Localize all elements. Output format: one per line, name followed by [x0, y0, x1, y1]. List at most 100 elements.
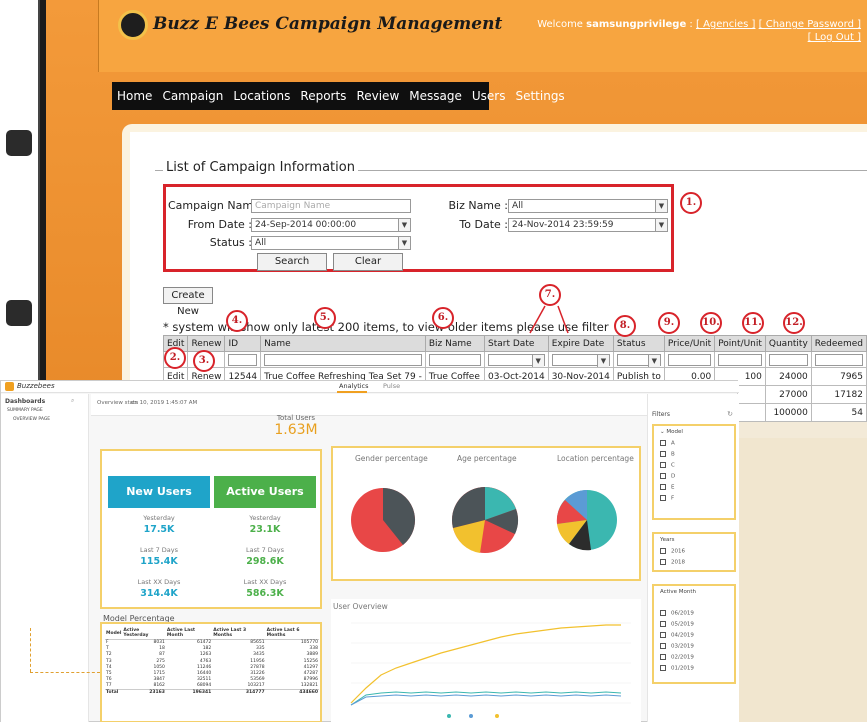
status-filter[interactable]: ▼	[616, 353, 661, 367]
month-option[interactable]: 06/2019	[660, 610, 694, 617]
model-option-e[interactable]: E	[660, 484, 674, 491]
new-yesterday-label: Yesterday	[143, 514, 175, 522]
campaign-name-input[interactable]: Campaign Name	[251, 199, 411, 213]
row-redeemed: 17182	[810, 385, 867, 404]
nav-review[interactable]: Review	[351, 89, 404, 103]
status-select[interactable]: All ▼	[251, 236, 411, 250]
biz-name-select[interactable]: All ▼	[508, 199, 668, 213]
checkbox-icon	[660, 621, 666, 627]
quantity-filter-cell	[764, 351, 812, 368]
app-icon[interactable]	[6, 300, 32, 326]
month-option-label: 05/2019	[671, 621, 694, 628]
annotation-marker-8: 8.	[614, 315, 636, 337]
annotation-marker-12: 12.	[783, 312, 805, 334]
quantity-filter-input[interactable]	[768, 353, 808, 366]
name-filter-cell	[260, 351, 426, 368]
month-option-label: 02/2019	[671, 654, 694, 661]
year-option-label: 2016	[671, 548, 685, 555]
annotation-marker-6: 6.	[432, 307, 454, 329]
model-option-d[interactable]: D	[660, 473, 675, 480]
year-option[interactable]: 2016	[660, 548, 685, 555]
nav-home[interactable]: Home	[112, 89, 157, 103]
to-date-select[interactable]: 24-Nov-2014 23:59:59 ▼	[508, 218, 668, 232]
model-option-label: C	[671, 462, 675, 469]
month-option[interactable]: 02/2019	[660, 654, 694, 661]
id-filter-input[interactable]	[228, 353, 258, 366]
name-filter-input[interactable]	[264, 353, 422, 366]
model-table: Model Active Yesterday Active Last Month…	[105, 627, 319, 696]
month-option[interactable]: 01/2019	[660, 665, 694, 672]
month-option[interactable]: 05/2019	[660, 621, 694, 628]
search-icon[interactable]: ⌕	[71, 397, 74, 405]
sidebar-item-summary[interactable]: SUMMARY PAGE	[7, 408, 43, 413]
col-start-date: Start Date	[484, 335, 549, 352]
nav-reports[interactable]: Reports	[295, 89, 351, 103]
table-cell: 434660	[265, 688, 319, 696]
model-option-label: A	[671, 440, 675, 447]
username: samsungprivilege	[586, 19, 687, 30]
sidebar-item-overview[interactable]: OVERVIEW PAGE	[13, 417, 50, 422]
row-redeemed: 54	[810, 403, 867, 422]
from-date-label: From Date :	[187, 218, 252, 231]
sidebar-header: Dashboards	[5, 398, 46, 405]
checkbox-icon	[660, 632, 666, 638]
bee-logo-icon	[118, 10, 148, 40]
welcome-text: Welcome	[537, 19, 583, 30]
chevron-down-icon: ▼	[647, 354, 660, 367]
month-option[interactable]: 03/2019	[660, 643, 694, 650]
year-option[interactable]: 2018	[660, 559, 685, 566]
clear-button[interactable]: Clear	[333, 253, 403, 271]
nav-campaign[interactable]: Campaign	[157, 89, 228, 103]
welcome-bar: Welcome samsungprivilege : [ Agencies ] …	[537, 19, 861, 43]
nav-settings[interactable]: Settings	[510, 89, 569, 103]
to-date-value: 24-Nov-2014 23:59:59	[512, 220, 614, 230]
user-overview-chart	[350, 622, 631, 718]
model-option-label: E	[671, 484, 675, 491]
model-filter-label: Model	[666, 429, 683, 435]
gender-pie	[351, 488, 416, 552]
change-password-link[interactable]: [ Change Password ]	[759, 19, 861, 30]
active-users-header: Active Users	[214, 476, 316, 508]
from-date-select[interactable]: 24-Sep-2014 00:00:00 ▼	[251, 218, 411, 232]
tab-pulse[interactable]: Pulse	[383, 382, 400, 390]
model-option-a[interactable]: A	[660, 440, 675, 447]
expire-date-filter[interactable]: ▼	[551, 353, 610, 367]
active-month-header[interactable]: Active Month	[660, 589, 696, 595]
dashboard-brand: Buzzebees	[17, 382, 55, 390]
logout-link[interactable]: [ Log Out ]	[808, 32, 861, 43]
create-new-button[interactable]: Create New	[163, 287, 213, 317]
agencies-link[interactable]: [ Agencies ]	[696, 19, 755, 30]
model-option-b[interactable]: B	[660, 451, 675, 458]
month-option[interactable]: 04/2019	[660, 632, 694, 639]
search-button[interactable]: Search	[257, 253, 327, 271]
nav-users[interactable]: Users	[467, 89, 511, 103]
col-model: Model	[105, 627, 123, 640]
price-filter-input[interactable]	[667, 353, 712, 366]
tab-analytics[interactable]: Analytics	[339, 382, 369, 390]
user-overview-card: User Overview	[331, 599, 641, 722]
chart-gridlines	[351, 622, 631, 704]
model-option-c[interactable]: C	[660, 462, 675, 469]
month-option-label: 03/2019	[671, 643, 694, 650]
model-filter-header[interactable]: ⌄ Model	[660, 429, 683, 435]
redeemed-filter-input[interactable]	[814, 353, 863, 366]
point-filter-input[interactable]	[718, 353, 762, 366]
series-line-total	[350, 624, 621, 704]
nav-message[interactable]: Message	[404, 89, 467, 103]
biz-filter-input[interactable]	[428, 353, 482, 366]
start-date-filter[interactable]: ▼	[488, 353, 545, 367]
years-filter-header[interactable]: Years	[660, 537, 675, 543]
annotation-marker-10: 10.	[700, 312, 722, 334]
app-icon[interactable]	[6, 130, 32, 156]
annotation-marker-1: 1.	[680, 192, 702, 214]
col-active-last-3-months: Active Last 3 Months	[212, 627, 266, 640]
reset-icon[interactable]: ↻	[727, 410, 733, 418]
model-filter: ⌄ Model A B C D E F	[652, 424, 736, 520]
model-option-f[interactable]: F	[660, 495, 674, 502]
nav-locations[interactable]: Locations	[228, 89, 295, 103]
model-table-body: F 8031 61472 85651 105770 T 18 182 335 338 T2 87 126…	[105, 640, 319, 696]
last-updated: on 10, 2019 1:45:07 AM	[131, 400, 198, 406]
to-date-label: To Date :	[459, 218, 508, 231]
checkbox-icon	[660, 654, 666, 660]
table-filter-row: ▼ ▼ ▼	[162, 351, 867, 368]
